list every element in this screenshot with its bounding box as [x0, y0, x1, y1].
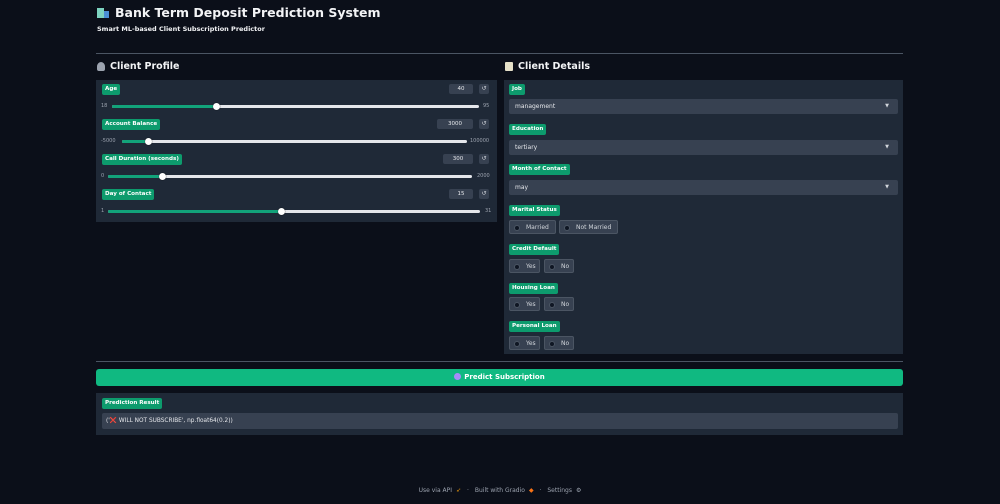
- job-dropdown[interactable]: management ▼: [509, 99, 898, 114]
- footer-separator: ·: [467, 487, 469, 494]
- account-balance-label: Account Balance: [102, 119, 161, 130]
- marital-not-married-radio[interactable]: Not Married: [559, 220, 618, 234]
- footer-separator: ·: [539, 487, 542, 494]
- month-value: may: [515, 184, 529, 191]
- radio-dot-icon: [549, 340, 555, 347]
- chevron-down-icon[interactable]: ▼: [885, 99, 889, 114]
- housing-loan-label: Housing Loan: [509, 283, 558, 294]
- rocket-icon: ➶: [456, 487, 462, 494]
- person-icon: [97, 62, 105, 71]
- marital-status-label: Marital Status: [509, 205, 560, 216]
- housing-loan-yes-radio[interactable]: Yes: [509, 297, 540, 311]
- radio-label: Yes: [526, 263, 536, 270]
- personal-loan-yes-radio[interactable]: Yes: [509, 336, 540, 350]
- radio-dot-icon: [514, 340, 520, 347]
- month-dropdown[interactable]: may ▼: [509, 180, 898, 195]
- radio-dot-icon: [549, 301, 555, 308]
- education-dropdown[interactable]: tertiary ▼: [509, 140, 898, 155]
- radio-label: Married: [526, 224, 549, 231]
- age-slider[interactable]: [112, 103, 479, 110]
- age-max-label: 95: [483, 103, 490, 109]
- prediction-result-label: Prediction Result: [102, 398, 163, 409]
- day-of-contact-slider[interactable]: [108, 208, 480, 215]
- account-balance-input[interactable]: 3000: [437, 119, 473, 129]
- chevron-down-icon[interactable]: ▼: [885, 180, 889, 195]
- call-duration-slider[interactable]: [108, 173, 472, 180]
- crystal-ball-icon: [454, 373, 462, 380]
- radio-label: Not Married: [576, 224, 612, 231]
- month-label: Month of Contact: [509, 164, 570, 175]
- day-of-contact-max-label: 31: [485, 208, 492, 214]
- day-of-contact-reset-icon[interactable]: ↺: [479, 189, 489, 199]
- client-details-panel: Job management ▼ Education tertiary ▼ Mo…: [504, 80, 903, 354]
- section-divider: [96, 361, 903, 362]
- day-of-contact-min-label: 1: [101, 208, 105, 214]
- day-of-contact-input[interactable]: 15: [449, 189, 473, 199]
- prediction-result-output[interactable]: ('❌ WILL NOT SUBSCRIBE', np.float64(0.2)…: [102, 413, 898, 429]
- personal-loan-no-radio[interactable]: No: [544, 336, 574, 350]
- account-balance-reset-icon[interactable]: ↺: [479, 119, 489, 129]
- education-value: tertiary: [515, 144, 538, 151]
- radio-label: No: [561, 301, 570, 308]
- education-label: Education: [509, 124, 547, 135]
- gear-icon: ⚙: [575, 487, 582, 494]
- app-subtitle: Smart ML-based Client Subscription Predi…: [97, 25, 265, 33]
- job-value: management: [515, 103, 556, 110]
- radio-label: Yes: [526, 340, 536, 347]
- footer: Use via API ➶ · Built with Gradio ◆ · Sett…: [0, 487, 1000, 494]
- age-input[interactable]: 40: [449, 84, 473, 94]
- credit-default-no-radio[interactable]: No: [544, 259, 574, 273]
- settings-link[interactable]: Settings: [547, 487, 572, 494]
- radio-dot-icon: [514, 301, 520, 308]
- account-balance-max-label: 100000: [470, 138, 490, 144]
- credit-default-label: Credit Default: [509, 244, 560, 255]
- radio-dot-icon: [549, 263, 555, 270]
- client-details-heading: Client Details: [505, 61, 590, 72]
- bank-icon: [97, 6, 109, 18]
- age-slider-thumb[interactable]: [213, 103, 221, 110]
- radio-label: Yes: [526, 301, 536, 308]
- call-duration-min-label: 0: [101, 173, 105, 179]
- personal-loan-label: Personal Loan: [509, 321, 560, 332]
- account-balance-min-label: -5000: [101, 138, 116, 144]
- use-via-api-link[interactable]: Use via API: [419, 487, 452, 494]
- client-profile-panel: Age 40 ↺ 18 95 Account Balance 3000 ↺ -5…: [96, 80, 497, 222]
- credit-default-yes-radio[interactable]: Yes: [509, 259, 540, 273]
- built-with-gradio-link[interactable]: Built with Gradio: [475, 487, 525, 494]
- gradio-logo-icon: ◆: [528, 487, 534, 494]
- account-balance-slider[interactable]: [122, 138, 467, 145]
- job-label: Job: [509, 84, 525, 95]
- app-title-text: Bank Term Deposit Prediction System: [115, 4, 381, 20]
- radio-label: No: [561, 340, 570, 347]
- clipboard-icon: [505, 62, 513, 71]
- header-divider: [96, 53, 903, 54]
- day-of-contact-slider-thumb[interactable]: [278, 208, 286, 215]
- client-profile-heading: Client Profile: [97, 61, 179, 72]
- radio-label: No: [561, 263, 570, 270]
- client-details-title: Client Details: [518, 61, 590, 72]
- housing-loan-no-radio[interactable]: No: [544, 297, 574, 311]
- marital-married-radio[interactable]: Married: [509, 220, 556, 234]
- day-of-contact-label: Day of Contact: [102, 189, 155, 200]
- account-balance-slider-thumb[interactable]: [144, 138, 152, 145]
- call-duration-label: Call Duration (seconds): [102, 154, 182, 165]
- age-label: Age: [102, 84, 121, 95]
- call-duration-slider-thumb[interactable]: [159, 173, 167, 180]
- client-profile-title: Client Profile: [110, 61, 180, 72]
- app-title: Bank Term Deposit Prediction System: [97, 4, 380, 20]
- call-duration-reset-icon[interactable]: ↺: [479, 154, 489, 164]
- radio-dot-icon: [514, 263, 520, 270]
- radio-dot-icon: [564, 224, 570, 231]
- call-duration-input[interactable]: 300: [443, 154, 473, 164]
- chevron-down-icon[interactable]: ▼: [885, 140, 889, 155]
- radio-dot-icon: [514, 224, 520, 231]
- call-duration-max-label: 2000: [477, 173, 490, 179]
- predict-button-label: Predict Subscription: [464, 373, 545, 381]
- predict-subscription-button[interactable]: Predict Subscription: [96, 369, 903, 386]
- age-min-label: 18: [101, 103, 108, 109]
- age-reset-icon[interactable]: ↺: [479, 84, 489, 94]
